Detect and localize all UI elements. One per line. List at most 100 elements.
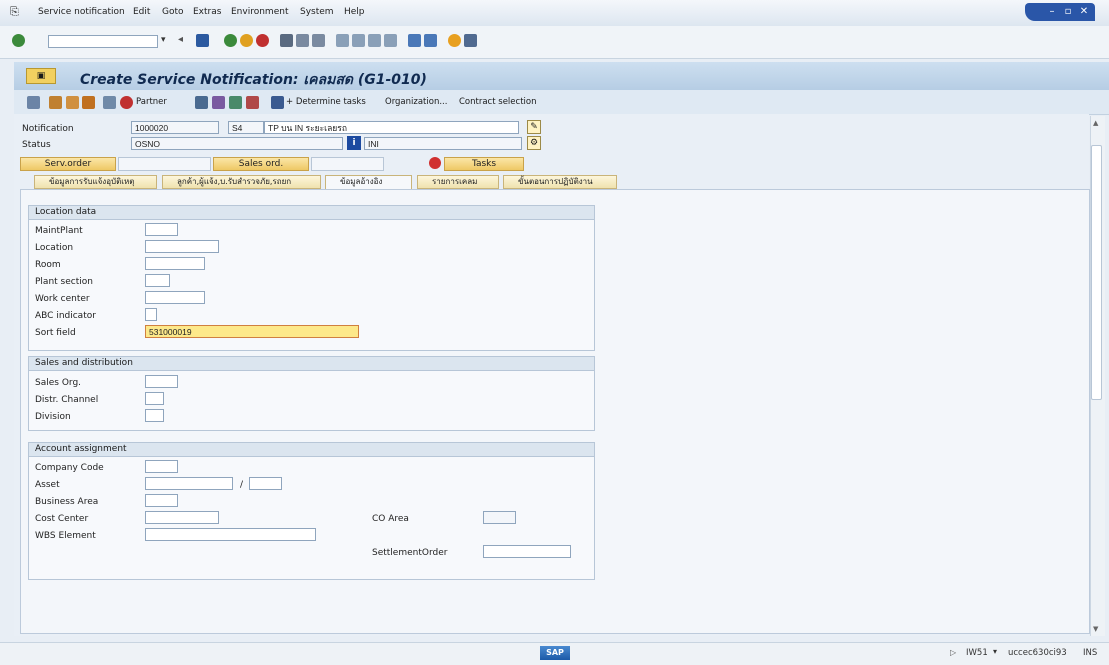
previous-page-icon[interactable] <box>352 34 365 47</box>
asset-field[interactable] <box>145 477 233 490</box>
location-field[interactable] <box>145 240 219 253</box>
tab-customer-info[interactable]: ลูกค้า,ผู้แจ้ง,บ.รับสำรวจภัย,รถยก <box>162 175 321 189</box>
menu-system[interactable]: System <box>300 7 334 17</box>
distr-channel-label: Distr. Channel <box>35 395 99 405</box>
room-field[interactable] <box>145 257 205 270</box>
structure-icon[interactable] <box>229 96 242 109</box>
division-label: Division <box>35 412 71 422</box>
settlement-order-field[interactable] <box>483 545 571 558</box>
tasks-button[interactable]: Tasks <box>444 157 524 171</box>
serv-order-field[interactable] <box>118 157 211 171</box>
room-label: Room <box>35 260 61 270</box>
co-area-field[interactable] <box>483 511 516 524</box>
serv-order-button[interactable]: Serv.order <box>20 157 116 171</box>
back-arrow-icon[interactable]: ◂ <box>178 34 191 47</box>
car-icon[interactable] <box>246 96 259 109</box>
maintplant-field[interactable] <box>145 223 178 236</box>
sort-field-input[interactable] <box>145 325 359 338</box>
sales-ord-button[interactable]: Sales ord. <box>213 157 309 171</box>
maintplant-label: MaintPlant <box>35 226 83 236</box>
work-center-label: Work center <box>35 294 90 304</box>
tab-reference-data[interactable]: ข้อมูลอ้างอิง <box>325 175 412 190</box>
print-icon[interactable] <box>280 34 293 47</box>
work-center-field[interactable] <box>145 291 205 304</box>
plant-section-field[interactable] <box>145 274 170 287</box>
menu-icon[interactable]: ⎘ <box>10 5 19 19</box>
menu-extras[interactable]: Extras <box>193 7 221 17</box>
info-icon[interactable]: i <box>347 136 361 150</box>
back-icon[interactable] <box>224 34 237 47</box>
find-icon[interactable] <box>296 34 309 47</box>
transaction-dropdown-icon[interactable]: ▾ <box>993 647 997 656</box>
menu-service-notification[interactable]: Service notification <box>38 7 125 17</box>
abc-indicator-field[interactable] <box>145 308 157 321</box>
tab-accident-info[interactable]: ข้อมูลการรับแจ้งอุบัติเหตุ <box>34 175 157 189</box>
notification-type-field[interactable] <box>228 121 264 134</box>
wbs-element-field[interactable] <box>145 528 316 541</box>
cancel-icon[interactable] <box>256 34 269 47</box>
flag-forward-icon[interactable] <box>82 96 95 109</box>
menu-edit[interactable]: Edit <box>133 7 150 17</box>
help-icon[interactable] <box>448 34 461 47</box>
document-icon[interactable] <box>271 96 284 109</box>
list-icon[interactable] <box>195 96 208 109</box>
flag-icon[interactable] <box>49 96 62 109</box>
chevron-down-icon[interactable]: ▾ <box>161 35 174 48</box>
next-page-icon[interactable] <box>368 34 381 47</box>
scroll-down-icon[interactable]: ▼ <box>1093 625 1098 633</box>
filter-icon[interactable] <box>212 96 225 109</box>
standard-toolbar: ▾ ◂ <box>0 26 1109 59</box>
flag-back-icon[interactable] <box>66 96 79 109</box>
enter-icon[interactable] <box>12 34 25 47</box>
abc-indicator-label: ABC indicator <box>35 311 96 321</box>
business-area-field[interactable] <box>145 494 178 507</box>
menu-goto[interactable]: Goto <box>162 7 184 17</box>
status-expand-icon[interactable]: ▷ <box>950 648 956 657</box>
status-settings-icon[interactable]: ⚙ <box>527 136 541 150</box>
status-detail-field[interactable] <box>364 137 522 150</box>
cost-center-label: Cost Center <box>35 514 89 524</box>
division-field[interactable] <box>145 409 164 422</box>
menu-environment[interactable]: Environment <box>231 7 288 17</box>
layout-icon[interactable] <box>464 34 477 47</box>
exit-icon[interactable] <box>240 34 253 47</box>
save-icon[interactable] <box>196 34 209 47</box>
organization-button[interactable]: Organization... <box>385 97 447 107</box>
shortcut-icon[interactable] <box>424 34 437 47</box>
asset-subnumber-field[interactable] <box>249 477 282 490</box>
binoculars-icon[interactable] <box>103 96 116 109</box>
menu-help[interactable]: Help <box>344 7 365 17</box>
notification-description-field[interactable] <box>264 121 519 134</box>
sales-distribution-title: Sales and distribution <box>29 357 594 371</box>
cost-center-field[interactable] <box>145 511 219 524</box>
distr-channel-field[interactable] <box>145 392 164 405</box>
status-field[interactable] <box>131 137 343 150</box>
partner-button[interactable]: Partner <box>136 97 167 107</box>
tab-workflow-steps[interactable]: ขั้นตอนการปฏิบัติงาน <box>503 175 617 189</box>
find-next-icon[interactable] <box>312 34 325 47</box>
new-session-icon[interactable] <box>408 34 421 47</box>
page-title: Create Service Notification: เคลมสด (G1-… <box>80 72 427 88</box>
partner-icon[interactable] <box>120 96 133 109</box>
scrollbar-thumb[interactable] <box>1091 145 1102 400</box>
contract-selection-button[interactable]: Contract selection <box>459 97 536 107</box>
long-text-icon[interactable]: ✎ <box>527 120 541 134</box>
close-icon[interactable]: ✕ <box>1075 5 1093 18</box>
first-page-icon[interactable] <box>336 34 349 47</box>
notification-number-field[interactable] <box>131 121 219 134</box>
scroll-up-icon[interactable]: ▲ <box>1093 119 1098 127</box>
tab-claim-items[interactable]: รายการเคลม <box>417 175 499 189</box>
sort-field-label: Sort field <box>35 328 76 338</box>
screen-menu-icon[interactable]: ▣ <box>26 68 56 84</box>
command-field[interactable] <box>48 35 158 48</box>
co-area-label: CO Area <box>372 514 409 524</box>
transaction-code: IW51 <box>966 648 988 658</box>
determine-tasks-button[interactable]: + Determine tasks <box>286 97 366 107</box>
last-page-icon[interactable] <box>384 34 397 47</box>
sap-logo: SAP <box>540 646 570 660</box>
company-code-field[interactable] <box>145 460 178 473</box>
sales-org-field[interactable] <box>145 375 178 388</box>
sales-ord-field[interactable] <box>311 157 384 171</box>
status-label: Status <box>22 140 51 150</box>
display-change-icon[interactable] <box>27 96 40 109</box>
